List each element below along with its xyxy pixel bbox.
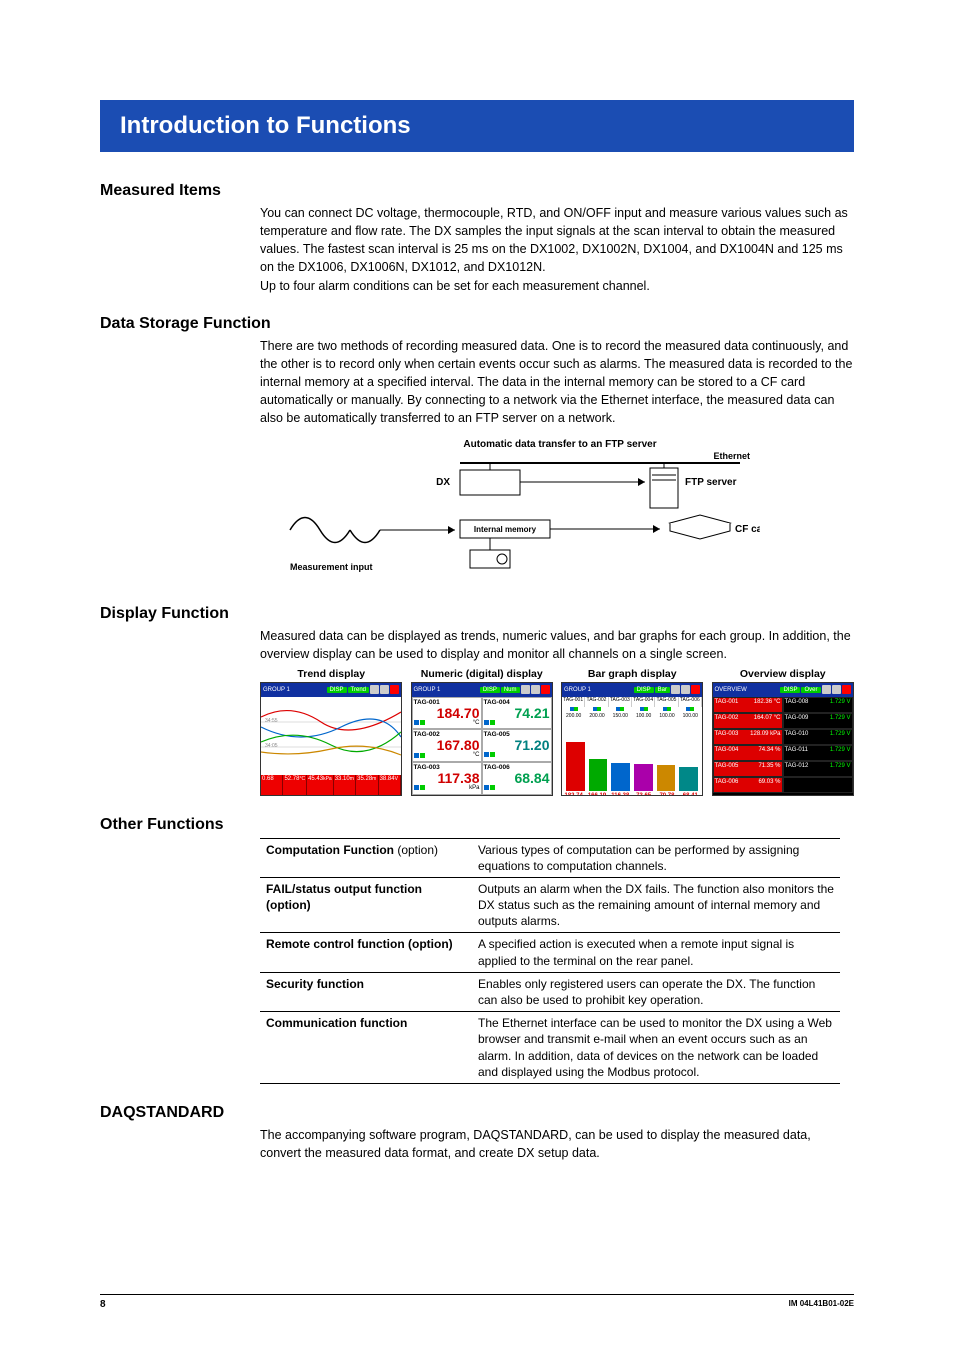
func-name: FAIL/status output function (option) (260, 877, 472, 933)
bar-display: GROUP 1DISPBar TAG-001TAG-002TAG-003TAG-… (561, 682, 703, 796)
section-heading-measured: Measured Items (100, 182, 854, 200)
display-body: Measured data can be displayed as trends… (260, 627, 854, 663)
page-footer: 8 IM 04L41B01-02E (100, 1294, 854, 1310)
bar-title: Bar graph display (561, 668, 704, 680)
other-functions-table: Computation Function (option)Various typ… (260, 838, 840, 1084)
section-heading-display: Display Function (100, 605, 854, 623)
ftp-label: FTP server (685, 477, 737, 488)
section-heading-daq: DAQSTANDARD (100, 1104, 854, 1122)
section-heading-storage: Data Storage Function (100, 315, 854, 333)
svg-text:34:05: 34:05 (265, 743, 278, 749)
func-name: Communication function (260, 1012, 472, 1084)
storage-body: There are two methods of recording measu… (260, 337, 854, 428)
func-desc: Enables only registered users can operat… (472, 972, 840, 1011)
func-name: Computation Function (option) (260, 838, 472, 877)
cfcard-label: CF card (735, 524, 760, 535)
page-title: Introduction to Functions (100, 100, 854, 152)
page: Introduction to Functions Measured Items… (0, 0, 954, 1340)
trend-title: Trend display (260, 668, 403, 680)
storage-diagram: Automatic data transfer to an FTP server… (260, 435, 854, 585)
numeric-display: GROUP 1DISPNum TAG-001184.70°CTAG-00474.… (411, 682, 553, 796)
svg-text:34:55: 34:55 (265, 718, 278, 724)
func-desc: A specified action is executed when a re… (472, 933, 840, 972)
func-desc: Outputs an alarm when the DX fails. The … (472, 877, 840, 933)
overview-title: Overview display (712, 668, 855, 680)
trend-display: GROUP 1DISPTrend 34:55 34:05 0.6852.78°C… (260, 682, 402, 796)
func-desc: Various types of computation can be perf… (472, 838, 840, 877)
daq-body: The accompanying software program, DAQST… (260, 1126, 854, 1162)
display-thumbnails-row: Trend display GROUP 1DISPTrend 34:55 34:… (260, 668, 854, 796)
overview-display: OVERVIEWDISPOver TAG-001182.36 °CTAG-008… (712, 682, 854, 796)
measurement-label: Measurement input (290, 562, 373, 572)
doc-id: IM 04L41B01-02E (789, 1299, 854, 1310)
func-name: Security function (260, 972, 472, 1011)
measured-body: You can connect DC voltage, thermocouple… (260, 204, 854, 295)
section-heading-other: Other Functions (100, 816, 854, 834)
page-number: 8 (100, 1299, 106, 1310)
internal-label: Internal memory (474, 525, 537, 534)
func-desc: The Ethernet interface can be used to mo… (472, 1012, 840, 1084)
func-name: Remote control function (option) (260, 933, 472, 972)
dx-label: DX (436, 477, 450, 488)
numeric-title: Numeric (digital) display (411, 668, 554, 680)
diagram-title: Automatic data transfer to an FTP server (463, 439, 656, 450)
ethernet-label: Ethernet (713, 451, 750, 461)
